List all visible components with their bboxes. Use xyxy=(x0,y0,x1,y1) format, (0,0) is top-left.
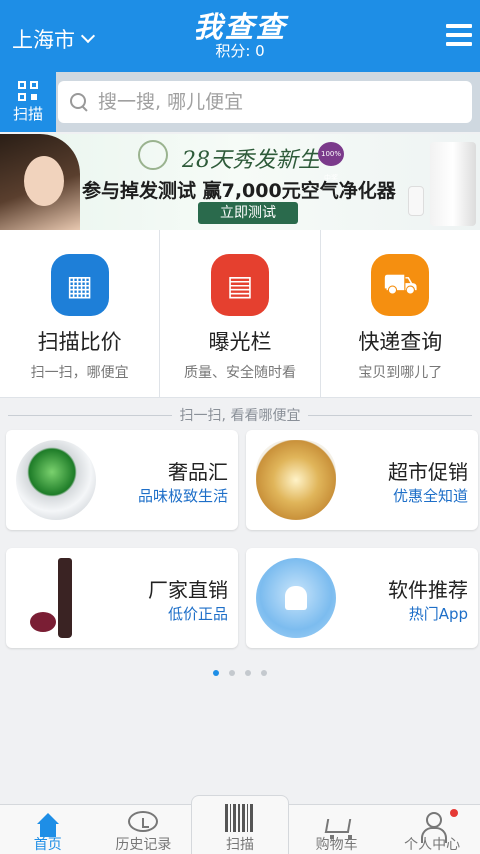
qr-code-icon xyxy=(18,80,38,101)
feature-grid: ▦ 扫描比价 扫一扫，哪便宜 ▤ 曝光栏 质量、安全随时看 ⛟ 快递查询 宝贝到… xyxy=(0,230,480,398)
user-icon xyxy=(417,811,448,843)
feature-exposure[interactable]: ▤ 曝光栏 质量、安全随时看 xyxy=(160,230,321,397)
notification-dot xyxy=(449,809,458,817)
card-software[interactable]: 软件推荐 热门App xyxy=(246,548,478,648)
model-photo xyxy=(0,134,80,230)
tab-profile[interactable]: 个人中心 xyxy=(384,805,480,854)
banner-badge: 100%中奖 xyxy=(318,142,344,182)
tab-label: 扫描 xyxy=(225,837,254,853)
android-icon xyxy=(256,558,336,638)
delivery-truck-icon: ⛟ xyxy=(371,254,430,316)
feature-title: 快递查询 xyxy=(358,330,443,354)
card-supermarket[interactable]: 超市促销 优惠全知道 xyxy=(246,430,478,530)
card-title: 超市促销 xyxy=(388,460,468,484)
card-subtitle: 品味极致生活 xyxy=(137,487,228,505)
tab-scan[interactable]: 扫描 xyxy=(191,795,289,854)
section-divider: 扫一扫, 看看哪便宜 xyxy=(0,404,480,426)
tab-label: 历史记录 xyxy=(115,837,172,853)
card-subtitle: 优惠全知道 xyxy=(392,487,468,505)
wine-bottle-image xyxy=(16,558,96,638)
feature-express[interactable]: ⛟ 快递查询 宝贝到哪儿了 xyxy=(321,230,480,397)
chocolate-box-image xyxy=(256,440,336,520)
divider-text: 扫一扫, 看看哪便宜 xyxy=(171,405,309,425)
news-icon: ▤ xyxy=(210,254,269,316)
card-title: 软件推荐 xyxy=(388,578,468,602)
product-bottle-image xyxy=(408,186,424,216)
brand-seal-icon xyxy=(138,140,168,170)
barcode-icon xyxy=(224,804,255,832)
bottom-tab-bar: 首页 历史记录 扫描 购物车 个人中心 xyxy=(0,795,480,854)
tab-label: 首页 xyxy=(33,837,62,853)
feature-scan-compare[interactable]: ▦ 扫描比价 扫一扫，哪便宜 xyxy=(0,230,161,397)
card-factory-direct[interactable]: 厂家直销 低价正品 xyxy=(6,548,238,648)
clock-icon xyxy=(128,811,159,832)
search-bar: 扫描 xyxy=(0,72,480,132)
card-title: 厂家直销 xyxy=(148,578,228,602)
tab-history[interactable]: 历史记录 xyxy=(96,805,192,854)
card-luxury[interactable]: 奢品汇 品味极致生活 xyxy=(6,430,238,530)
banner-text: 参与掉发测试 赢7,000元空气净化器 xyxy=(82,180,396,202)
feature-subtitle: 质量、安全随时看 xyxy=(183,365,296,381)
app-header: 上海市 我查查 积分: 0 xyxy=(0,0,480,72)
card-subtitle: 热门App xyxy=(408,605,468,623)
home-icon xyxy=(33,811,63,837)
promo-banner[interactable]: 28天秀发新生 100%中奖 参与掉发测试 赢7,000元空气净化器 立即测试 xyxy=(0,134,480,230)
page-dot[interactable] xyxy=(245,670,251,676)
feature-subtitle: 扫一扫，哪便宜 xyxy=(30,365,129,381)
feature-title: 扫描比价 xyxy=(37,330,122,354)
points-label: 积分: 0 xyxy=(215,42,265,60)
tab-cart[interactable]: 购物车 xyxy=(289,805,385,854)
page-dot[interactable] xyxy=(261,670,267,676)
card-title: 奢品汇 xyxy=(168,460,228,484)
page-dot[interactable] xyxy=(229,670,235,676)
barcode-scan-icon: ▦ xyxy=(50,254,109,316)
search-input[interactable] xyxy=(98,91,458,113)
tab-home[interactable]: 首页 xyxy=(0,805,96,854)
feature-subtitle: 宝贝到哪儿了 xyxy=(358,365,443,381)
scan-label: 扫描 xyxy=(12,104,43,123)
cart-icon xyxy=(322,811,352,839)
page-dot-active[interactable] xyxy=(213,670,219,676)
banner-headline: 28天秀发新生 xyxy=(182,148,320,173)
page-indicator xyxy=(0,670,480,676)
scan-button[interactable]: 扫描 xyxy=(0,72,56,132)
air-purifier-image xyxy=(430,142,476,226)
ring-image xyxy=(16,440,96,520)
card-subtitle: 低价正品 xyxy=(167,605,228,623)
search-icon xyxy=(70,93,88,111)
menu-icon[interactable] xyxy=(446,24,472,46)
feature-title: 曝光栏 xyxy=(208,330,272,354)
search-box[interactable] xyxy=(58,81,472,123)
banner-test-button[interactable]: 立即测试 xyxy=(198,202,298,224)
